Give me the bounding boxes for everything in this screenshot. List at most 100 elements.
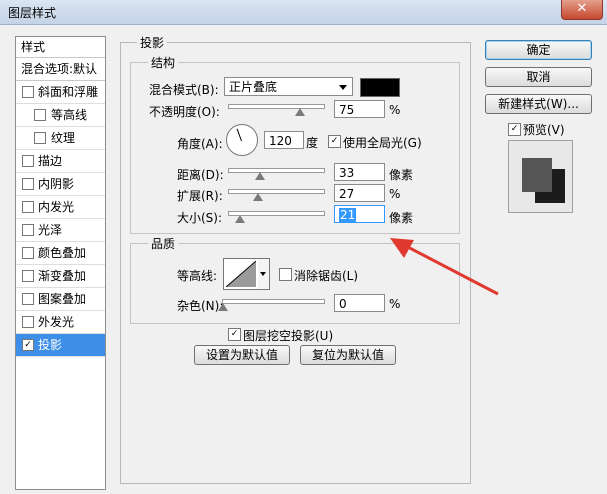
styles-list: 样式 混合选项:默认 斜面和浮雕等高线纹理描边内阴影内发光光泽颜色叠加渐变叠加图… [15,36,106,490]
contour-dropdown-button[interactable] [258,258,270,290]
preview-layer [522,158,552,192]
preview-thumbnail [508,140,573,213]
close-icon: ✕ [576,1,588,16]
global-light-checkbox[interactable]: ✓ [328,135,341,148]
style-item-label: 外发光 [38,315,75,329]
angle-dial[interactable] [226,124,258,156]
distance-slider-handle[interactable] [255,172,265,180]
style-item-checkbox[interactable] [22,293,34,305]
noise-slider-handle[interactable] [218,303,228,311]
style-item-checkbox[interactable] [22,178,34,190]
style-item[interactable]: 描边 [16,150,105,173]
quality-title: 品质 [148,235,179,252]
anti-alias-checkbox[interactable] [279,268,292,281]
style-item[interactable]: 外发光 [16,311,105,334]
size-value: 21 [339,208,357,222]
blending-options-item[interactable]: 混合选项:默认 [16,58,105,81]
opacity-unit: % [389,103,401,117]
drop-shadow-title: 投影 [137,34,168,51]
style-item-checkbox[interactable] [22,247,34,259]
spread-slider-handle[interactable] [253,193,263,201]
style-item[interactable]: ✓ 投影 [16,334,105,357]
style-item-label: 颜色叠加 [38,246,87,260]
blend-mode-select[interactable]: 正片叠底 [224,77,353,96]
anti-alias-label[interactable]: 消除锯齿(L) [294,267,358,284]
spread-unit: % [389,187,401,201]
title-bar: 图层样式 ✕ [0,0,607,25]
style-item-checkbox[interactable] [22,224,34,236]
noise-label: 杂色(N): [177,299,224,313]
set-default-button[interactable]: 设置为默认值 [194,345,290,365]
style-item-label: 内阴影 [38,177,75,191]
style-item[interactable]: 光泽 [16,219,105,242]
opacity-label: 不透明度(O): [149,105,220,119]
ok-button[interactable]: 确定 [485,40,592,60]
style-item-label: 等高线 [51,108,88,122]
style-item-checkbox[interactable]: ✓ [22,339,34,351]
knockout-checkbox[interactable]: ✓ [228,328,241,341]
style-item[interactable]: 渐变叠加 [16,265,105,288]
style-item-checkbox[interactable] [22,270,34,282]
contour-curve-icon [226,261,256,287]
style-item-label: 描边 [38,154,63,168]
opacity-slider-handle[interactable] [295,108,305,116]
style-item[interactable]: 图案叠加 [16,288,105,311]
size-slider-handle[interactable] [235,215,245,223]
cancel-button[interactable]: 取消 [485,67,592,87]
style-item[interactable]: 内阴影 [16,173,105,196]
styles-header[interactable]: 样式 [16,37,105,58]
blend-mode-label: 混合模式(B): [149,83,219,97]
distance-unit: 像素 [389,168,414,182]
style-item[interactable]: 颜色叠加 [16,242,105,265]
distance-input[interactable]: 33 [334,163,385,181]
style-item[interactable]: 内发光 [16,196,105,219]
style-item[interactable]: 纹理 [16,127,105,150]
noise-input[interactable]: 0 [334,294,385,312]
angle-label: 角度(A): [177,137,223,151]
distance-label: 距离(D): [177,168,224,182]
style-item-checkbox[interactable] [22,201,34,213]
style-item-label: 光泽 [38,223,63,237]
global-light-label[interactable]: 使用全局光(G) [343,134,422,151]
size-input[interactable]: 21 [334,205,385,223]
structure-title: 结构 [148,54,179,71]
close-button[interactable]: ✕ [561,0,603,20]
style-item-checkbox[interactable] [22,86,34,98]
angle-needle [236,128,242,142]
distance-slider[interactable] [228,168,325,173]
blend-mode-value: 正片叠底 [229,80,278,94]
style-item-label: 纹理 [51,131,76,145]
style-item-label: 图案叠加 [38,292,87,306]
style-item-label: 斜面和浮雕 [38,85,99,99]
angle-input[interactable]: 120 [264,131,304,149]
style-item-checkbox[interactable] [34,109,46,121]
annotation-arrow-icon [390,238,499,296]
style-item-checkbox[interactable] [22,155,34,167]
window-title: 图层样式 [8,6,57,20]
spread-input[interactable]: 27 [334,184,385,202]
opacity-slider[interactable] [228,104,325,109]
preview-checkbox[interactable]: ✓ [508,123,521,136]
style-item-label: 内发光 [38,200,75,214]
style-item[interactable]: 等高线 [16,104,105,127]
reset-default-button[interactable]: 复位为默认值 [300,345,396,365]
preview-label[interactable]: 预览(V) [523,121,565,138]
contour-label: 等高线: [177,269,218,283]
new-style-button[interactable]: 新建样式(W)... [485,94,592,114]
style-item[interactable]: 斜面和浮雕 [16,81,105,104]
style-item-checkbox[interactable] [34,132,46,144]
angle-unit: 度 [306,136,319,150]
opacity-input[interactable]: 75 [334,100,385,118]
spread-slider[interactable] [228,189,325,194]
style-item-label: 渐变叠加 [38,269,87,283]
knockout-label[interactable]: 图层挖空投影(U) [243,327,333,344]
chevron-down-icon [339,85,347,90]
size-label: 大小(S): [177,211,223,225]
size-unit: 像素 [389,211,414,225]
style-item-label: 投影 [38,338,63,352]
contour-picker[interactable] [223,258,259,290]
noise-slider[interactable] [222,299,325,304]
spread-label: 扩展(R): [177,189,223,203]
style-item-checkbox[interactable] [22,316,34,328]
shadow-color-swatch[interactable] [360,78,400,97]
